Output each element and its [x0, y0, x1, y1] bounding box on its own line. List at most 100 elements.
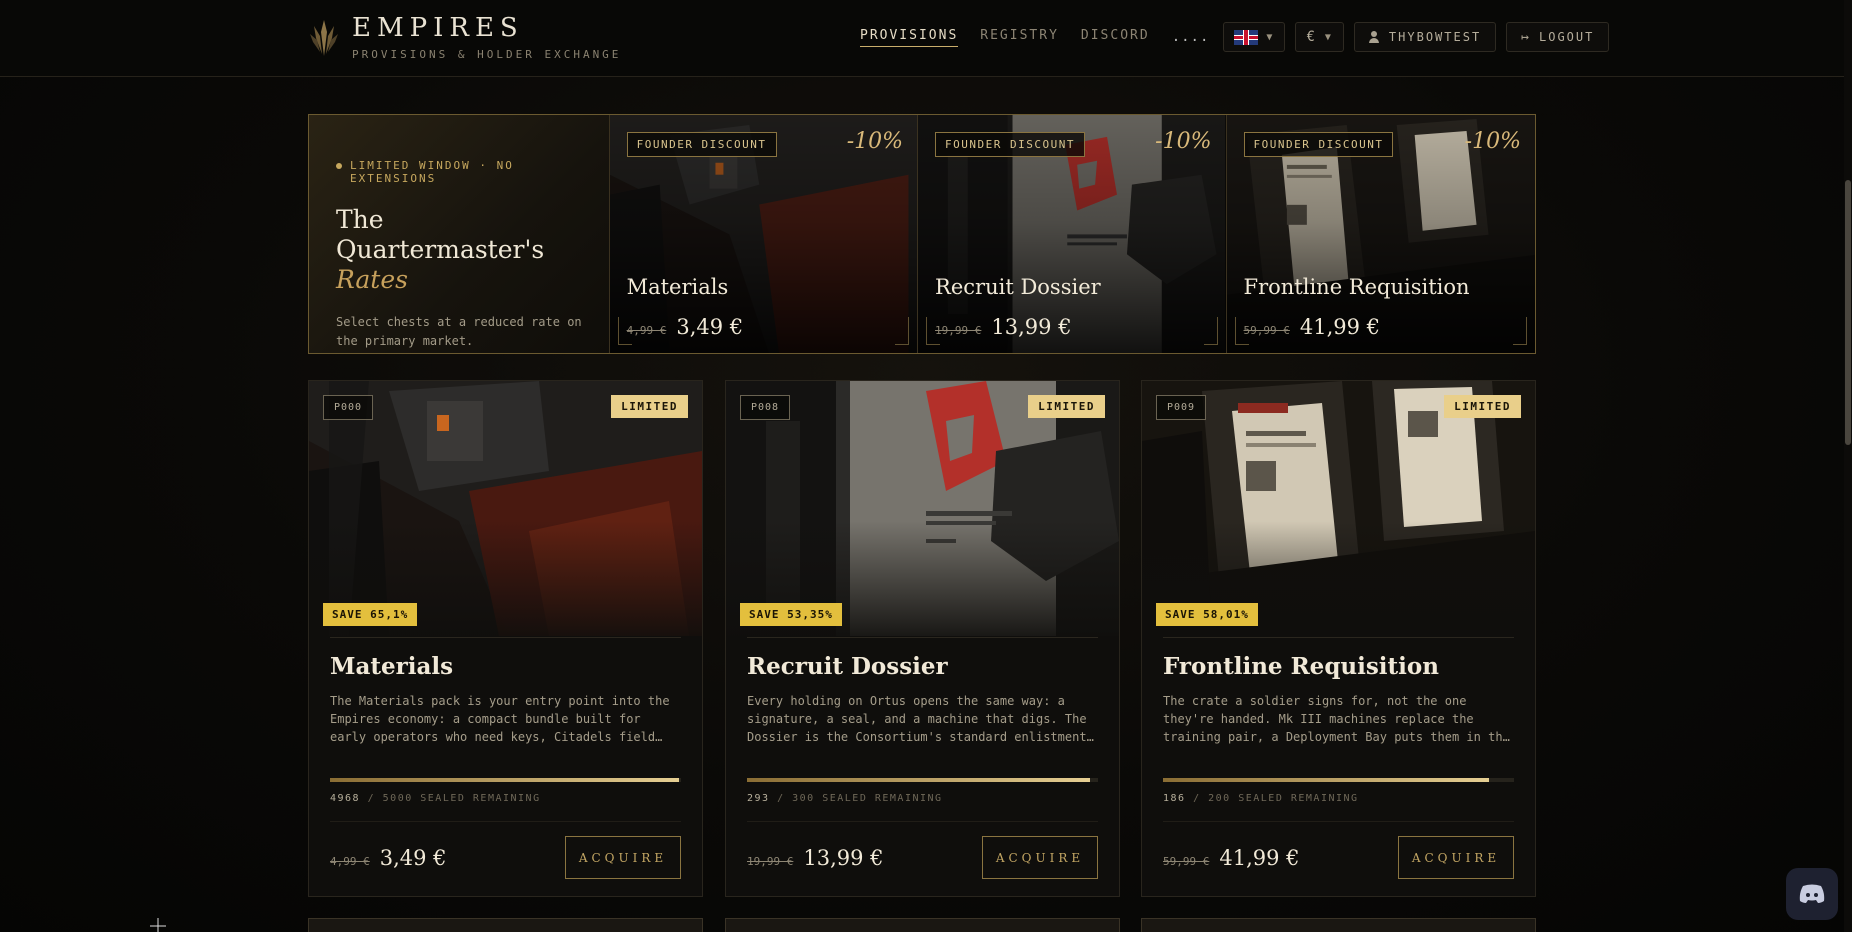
brand-title: EMPIRES — [352, 13, 524, 43]
card-artwork: P009 LIMITED SAVE 58,01% — [1142, 381, 1535, 636]
product-description: The Materials pack is your entry point i… — [330, 694, 670, 744]
nav-provisions[interactable]: PROVISIONS — [860, 28, 959, 47]
new-price: 13,99 € — [803, 846, 884, 870]
discord-chat-button[interactable] — [1786, 868, 1838, 920]
product-card-peek[interactable] — [308, 918, 703, 932]
stock-remaining: 293 / 300 SEALED REMAINING — [747, 793, 943, 804]
founder-discount-badge: FOUNDER DISCOUNT — [626, 132, 777, 157]
currency-select[interactable]: € ▼ — [1295, 22, 1344, 52]
language-select[interactable]: ▼ — [1223, 22, 1286, 52]
promo-title: The Quartermaster's — [336, 205, 545, 264]
limited-badge: LIMITED — [1028, 395, 1105, 418]
limited-badge: LIMITED — [1444, 395, 1521, 418]
promo-card-prices: 19,99 € 13,99 € — [935, 315, 1072, 339]
product-card-materials[interactable]: P000 LIMITED SAVE 65,1% Materials The Ma… — [308, 380, 703, 897]
old-price: 59,99 € — [1163, 855, 1210, 868]
discount-percent: -10% — [846, 129, 904, 154]
promo-card-recruit-dossier[interactable]: FOUNDER DISCOUNT -10% Recruit Dossier 19… — [918, 115, 1227, 353]
product-title: Frontline Requisition — [1163, 653, 1439, 680]
save-badge: SAVE 53,35% — [740, 603, 842, 626]
dot-icon — [336, 163, 342, 169]
stock-remaining: 4968 / 5000 SEALED REMAINING — [330, 793, 541, 804]
product-card-recruit-dossier[interactable]: P008 LIMITED SAVE 53,35% Recruit Dossier… — [725, 380, 1120, 897]
stock-progress-bar — [747, 778, 1098, 782]
crown-logo-icon — [310, 19, 338, 56]
product-card-frontline-requisition[interactable]: P009 LIMITED SAVE 58,01% Frontline Requi… — [1141, 380, 1536, 897]
promo-card-frontline-requisition[interactable]: FOUNDER DISCOUNT -10% Frontline Requisit… — [1226, 115, 1535, 353]
currency-label: € — [1306, 29, 1317, 45]
stock-progress-bar — [330, 778, 681, 782]
chevron-down-icon: ▼ — [1266, 31, 1275, 43]
new-price: 41,99 € — [1219, 846, 1300, 870]
stock-progress-fill — [330, 778, 679, 782]
discount-percent: -10% — [1464, 129, 1521, 154]
stock-progress-fill — [747, 778, 1090, 782]
old-price: 19,99 € — [747, 855, 794, 868]
stock-count: 186 — [1163, 793, 1186, 804]
scrollbar-thumb[interactable] — [1845, 180, 1851, 445]
product-code-badge: P008 — [740, 395, 791, 420]
uk-flag-icon — [1234, 29, 1259, 45]
promo-card-prices: 4,99 € 3,49 € — [627, 315, 744, 339]
promo-card-name: Recruit Dossier — [935, 275, 1101, 299]
product-title: Materials — [330, 653, 454, 680]
product-description: Every holding on Ortus opens the same wa… — [747, 694, 1094, 744]
user-icon — [1368, 31, 1379, 43]
promo-card-name: Frontline Requisition — [1243, 275, 1470, 299]
page-scrollbar[interactable] — [1844, 0, 1852, 932]
founder-discount-badge: FOUNDER DISCOUNT — [935, 132, 1086, 157]
new-price: 3,49 € — [379, 846, 447, 870]
card-prices: 59,99 € 41,99 € — [1163, 846, 1300, 870]
promo-card-name: Materials — [626, 275, 729, 299]
stock-total: / 5000 SEALED REMAINING — [367, 793, 541, 804]
discord-icon — [1799, 884, 1825, 903]
old-price: 4,99 € — [626, 324, 667, 337]
promo-kicker: LIMITED WINDOW · NO EXTENSIONS — [336, 159, 583, 185]
stock-total: / 300 SEALED REMAINING — [777, 793, 943, 804]
promo-kicker-text: LIMITED WINDOW · NO EXTENSIONS — [350, 159, 514, 185]
acquire-button[interactable]: ACQUIRE — [982, 836, 1098, 879]
user-button[interactable]: THYBOWTEST — [1353, 22, 1497, 52]
username-label: THYBOWTEST — [1388, 30, 1482, 44]
main-nav: PROVISIONS REGISTRY DISCORD .... ▼ € ▼ T… — [860, 22, 1619, 52]
card-artwork: P008 LIMITED SAVE 53,35% — [726, 381, 1119, 636]
stock-total: / 200 SEALED REMAINING — [1193, 793, 1359, 804]
stock-remaining: 186 / 200 SEALED REMAINING — [1163, 793, 1359, 804]
card-prices: 19,99 € 13,99 € — [747, 846, 884, 870]
founder-discount-badge: FOUNDER DISCOUNT — [1243, 132, 1394, 157]
mouse-cursor-icon — [150, 918, 166, 932]
card-prices: 4,99 € 3,49 € — [330, 846, 447, 870]
card-artwork: P000 LIMITED SAVE 65,1% — [309, 381, 702, 636]
old-price: 59,99 € — [1243, 324, 1290, 337]
promo-description: Select chests at a reduced rate on the p… — [336, 315, 582, 348]
save-badge: SAVE 58,01% — [1156, 603, 1258, 626]
promo-banner: LIMITED WINDOW · NO EXTENSIONS The Quart… — [308, 114, 1536, 354]
product-code-badge: P009 — [1156, 395, 1207, 420]
promo-card-materials[interactable]: FOUNDER DISCOUNT -10% Materials 4,99 € 3… — [609, 115, 919, 353]
discount-percent: -10% — [1155, 129, 1212, 154]
logout-icon: ↦ — [1521, 29, 1531, 45]
old-price: 4,99 € — [330, 855, 370, 868]
stock-progress-bar — [1163, 778, 1514, 782]
acquire-button[interactable]: ACQUIRE — [565, 836, 681, 879]
more-menu-icon[interactable]: .... — [1172, 29, 1210, 45]
stock-count: 4968 — [330, 793, 361, 804]
nav-registry[interactable]: REGISTRY — [980, 28, 1059, 46]
promo-intro: LIMITED WINDOW · NO EXTENSIONS The Quart… — [309, 115, 610, 353]
new-price: 13,99 € — [991, 315, 1072, 339]
brand[interactable]: EMPIRES PROVISIONS & HOLDER EXCHANGE — [308, 14, 621, 61]
promo-card-prices: 59,99 € 41,99 € — [1244, 315, 1381, 339]
new-price: 41,99 € — [1299, 315, 1381, 339]
chevron-down-icon: ▼ — [1324, 31, 1333, 43]
promo-title-italic: Rates — [336, 265, 408, 294]
logout-label: LOGOUT — [1539, 30, 1595, 44]
old-price: 19,99 € — [935, 324, 982, 337]
product-card-peek[interactable] — [725, 918, 1120, 932]
new-price: 3,49 € — [676, 315, 744, 339]
logout-button[interactable]: ↦ LOGOUT — [1506, 22, 1610, 52]
nav-discord[interactable]: DISCORD — [1081, 28, 1150, 46]
top-header: EMPIRES PROVISIONS & HOLDER EXCHANGE PRO… — [0, 0, 1852, 77]
product-card-peek[interactable] — [1141, 918, 1536, 932]
limited-badge: LIMITED — [611, 395, 688, 418]
acquire-button[interactable]: ACQUIRE — [1398, 836, 1514, 879]
